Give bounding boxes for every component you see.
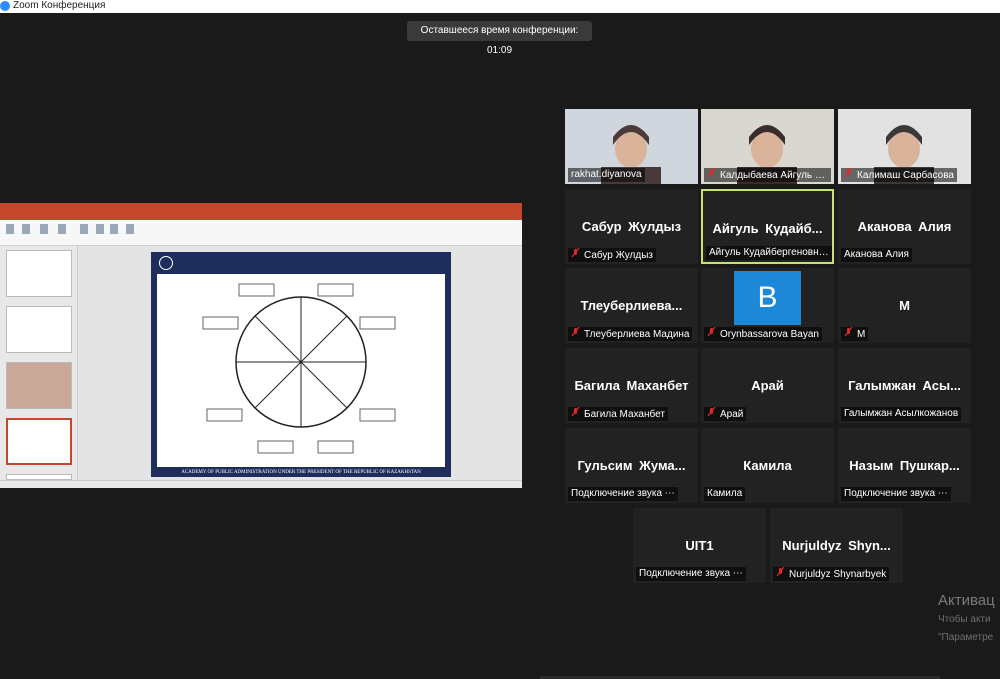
participant-display-name: Багила Маханбет	[574, 378, 689, 393]
muted-mic-icon	[571, 327, 582, 341]
participant-name-label: M	[841, 327, 869, 341]
participant-tile[interactable]: UIT1 Подключение звука ⋯	[633, 508, 766, 583]
powerpoint-ribbon	[0, 220, 522, 246]
participant-display-name: UIT1	[685, 538, 714, 553]
slide-content	[157, 274, 445, 467]
participant-name: Багила Маханбет	[584, 409, 665, 420]
participant-name-label: Сабур Жулдыз	[568, 248, 656, 262]
participant-tile[interactable]: Камила Камила	[701, 428, 834, 503]
slide-thumbnails-pane	[0, 246, 78, 480]
participant-tile[interactable]: MM	[838, 268, 971, 343]
participant-tile[interactable]: Назым Пушкар... Подключение звука ⋯	[838, 428, 971, 503]
participant-name-label: Багила Маханбет	[568, 407, 668, 421]
participant-name: Nurjuldyz Shynarbyek	[789, 569, 887, 580]
participant-name-label: Аканова Алия	[841, 248, 912, 262]
title-bar: Zoom Конференция	[0, 0, 1000, 13]
muted-mic-icon	[571, 248, 582, 262]
powerpoint-ribbon-tabs	[0, 212, 522, 220]
muted-mic-icon	[844, 327, 855, 341]
participant-tile[interactable]: B Orynbassarova Bayan	[701, 268, 834, 343]
participant-name-label: Калдыбаева Айгуль К...	[704, 168, 831, 182]
windows-activation-text: Чтобы акти	[938, 614, 991, 625]
participant-tile[interactable]: Аканова Алия Аканова Алия	[838, 189, 971, 264]
participant-name: Orynbassarova Bayan	[720, 329, 819, 340]
participant-tile[interactable]: Галымжан Асы... Галымжан Асылкожанов	[838, 348, 971, 423]
participant-name-label: Orynbassarova Bayan	[704, 327, 822, 341]
participant-tile[interactable]: Nurjuldyz Shyn... Nurjuldyz Shynarbyek	[770, 508, 903, 583]
participant-name-label: rakhat.diyanova	[568, 168, 645, 182]
slide-editor: ACADEMY OF PUBLIC ADMINISTRATION UNDER T…	[78, 246, 522, 480]
muted-mic-icon	[844, 168, 855, 182]
participant-name: Камила	[707, 488, 743, 499]
participant-name-label: Подключение звука ⋯	[636, 567, 746, 581]
windows-activation-text: "Параметре	[938, 632, 994, 643]
participant-name: Калдыбаева Айгуль К...	[720, 170, 830, 181]
powerpoint-status-bar	[0, 480, 522, 488]
slide-footer-text: ACADEMY OF PUBLIC ADMINISTRATION UNDER T…	[181, 470, 421, 475]
participant-tile[interactable]: rakhat.diyanova	[565, 109, 698, 184]
participant-name-label: Подключение звука ⋯	[841, 487, 951, 501]
participant-name: Сабур Жулдыз	[584, 250, 653, 261]
participant-tile[interactable]: Багила Маханбет Багила Маханбет	[565, 348, 698, 423]
participant-name: Подключение звука ⋯	[639, 568, 743, 579]
participant-name: Калимаш Сарбасова	[857, 170, 954, 181]
muted-mic-icon	[776, 567, 787, 581]
participant-name: Аканова Алия	[844, 249, 909, 260]
muted-mic-icon	[571, 407, 582, 421]
participant-name: Айгуль Кудайбергеновна...	[709, 247, 833, 258]
muted-mic-icon	[707, 327, 718, 341]
academy-logo-icon	[159, 256, 173, 270]
participant-name-label: Тлеуберлиева Мадина	[568, 327, 693, 341]
participant-name: Галымжан Асылкожанов	[844, 408, 959, 419]
participant-name: Арай	[720, 409, 744, 420]
participant-name: Подключение звука ⋯	[571, 488, 675, 499]
muted-mic-icon	[707, 407, 718, 421]
muted-mic-icon	[707, 168, 718, 182]
window-title: Zoom Конференция	[13, 0, 106, 11]
participant-display-name: Тлеуберлиева...	[580, 298, 683, 313]
participant-tile[interactable]: Тлеуберлиева... Тлеуберлиева Мадина	[565, 268, 698, 343]
participant-name-label: Арай	[704, 407, 747, 421]
meeting-time-remaining: Оставшееся время конференции: 01:09	[407, 21, 592, 56]
participant-name: M	[857, 329, 866, 340]
participant-name-label: Nurjuldyz Shynarbyek	[773, 567, 890, 581]
participant-display-name: Камила	[743, 458, 792, 473]
participant-tile[interactable]: Айгуль Кудайб... Айгуль Кудайбергеновна..…	[701, 189, 834, 264]
participant-display-name: Аканова Алия	[857, 219, 952, 234]
slide-thumbnail	[6, 362, 72, 409]
slide-thumbnail	[6, 250, 72, 297]
powerpoint-title-bar	[0, 203, 522, 212]
participant-tile[interactable]: Калдыбаева Айгуль К...	[701, 109, 834, 184]
participant-display-name: Назым Пушкар...	[849, 458, 960, 473]
zoom-logo-icon	[0, 1, 10, 11]
participant-name-label: Калимаш Сарбасова	[841, 168, 957, 182]
participant-display-name: Nurjuldyz Shyn...	[782, 538, 891, 553]
participant-tile[interactable]: Сабур Жулдыз Сабур Жулдыз	[565, 189, 698, 264]
participant-display-name: Арай	[751, 378, 784, 393]
participant-name: Тлеуберлиева Мадина	[584, 329, 690, 340]
slide-thumbnail-selected	[6, 418, 72, 465]
slide-thumbnail	[6, 306, 72, 353]
participant-tile[interactable]: Гульсим Жума... Подключение звука ⋯	[565, 428, 698, 503]
shared-screen[interactable]: ACADEMY OF PUBLIC ADMINISTRATION UNDER T…	[0, 203, 522, 488]
participant-display-name: Айгуль Кудайб...	[712, 221, 823, 236]
current-slide: ACADEMY OF PUBLIC ADMINISTRATION UNDER T…	[151, 252, 451, 477]
participant-name: Подключение звука ⋯	[844, 488, 948, 499]
participant-name-label: Айгуль Кудайбергеновна...	[706, 246, 833, 260]
participant-tile[interactable]: Калимаш Сарбасова	[838, 109, 971, 184]
participant-name-label: Подключение звука ⋯	[568, 487, 678, 501]
participant-display-name: Галымжан Асы...	[848, 378, 961, 393]
participant-tile[interactable]: Арай Арай	[701, 348, 834, 423]
windows-activation-watermark: Активац	[938, 592, 995, 609]
participant-name-label: Галымжан Асылкожанов	[841, 407, 962, 421]
participant-name-label: Камила	[704, 487, 746, 501]
participant-name: rakhat.diyanova	[571, 169, 642, 180]
participant-display-name: Сабур Жулдыз	[581, 219, 682, 234]
wheel-diagram	[202, 283, 396, 454]
participant-display-name: Гульсим Жума...	[577, 458, 686, 473]
participant-avatar: B	[734, 271, 801, 325]
participant-display-name: M	[899, 298, 910, 313]
